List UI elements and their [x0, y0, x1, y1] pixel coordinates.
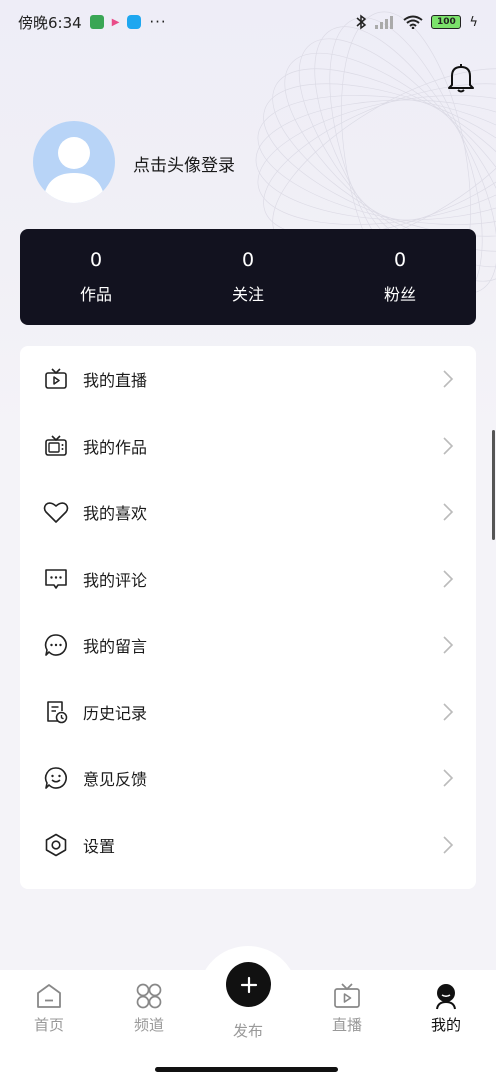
- stat-label: 作品: [79, 285, 112, 304]
- menu-item-my-likes[interactable]: 我的喜欢: [20, 479, 476, 546]
- channels-icon: [136, 983, 162, 1009]
- chevron-right-icon: [443, 570, 454, 588]
- system-icons: 100 ϟ: [355, 14, 478, 30]
- publish-button[interactable]: [226, 962, 271, 1007]
- settings-hexagon-icon: [43, 832, 69, 858]
- wifi-icon: [403, 15, 424, 29]
- home-indicator: [155, 1067, 338, 1072]
- menu-item-my-messages[interactable]: 我的留言: [20, 612, 476, 679]
- menu-item-label: 我的留言: [83, 637, 148, 657]
- default-user-icon: [43, 137, 105, 203]
- tab-publish[interactable]: 发布: [213, 1016, 283, 1041]
- notification-bell-button[interactable]: [446, 62, 476, 94]
- notification-icons: ▶ ···: [89, 13, 167, 31]
- chevron-right-icon: [443, 437, 454, 455]
- chevron-right-icon: [443, 636, 454, 654]
- smile-icon: [43, 765, 69, 791]
- tab-label: 首页: [33, 1016, 64, 1034]
- tab-channels[interactable]: 频道: [114, 982, 184, 1035]
- chevron-right-icon: [443, 703, 454, 721]
- profile-icon: [436, 984, 456, 1010]
- avatar[interactable]: [33, 121, 115, 203]
- menu-item-history[interactable]: 历史记录: [20, 679, 476, 746]
- tab-live[interactable]: 直播: [312, 982, 382, 1035]
- battery-indicator: 100: [431, 15, 462, 29]
- stat-value: 0: [393, 249, 407, 271]
- stat-value: 0: [89, 249, 103, 271]
- chevron-right-icon: [443, 370, 454, 388]
- menu-item-label: 设置: [83, 836, 116, 856]
- comment-icon: [43, 566, 69, 592]
- history-icon: [43, 699, 69, 725]
- bluetooth-icon: [356, 14, 367, 30]
- menu-item-label: 我的直播: [83, 371, 148, 391]
- chevron-right-icon: [443, 503, 454, 521]
- signal-icon: [375, 16, 394, 29]
- tab-mine[interactable]: 我的: [411, 982, 481, 1035]
- menu-item-my-works[interactable]: 我的作品: [20, 413, 476, 480]
- tab-label: 发布: [232, 1022, 263, 1040]
- stat-works[interactable]: 0 作品: [20, 249, 172, 305]
- stats-panel: 0 作品 0 关注 0 粉丝: [20, 229, 476, 325]
- scrollbar[interactable]: [492, 430, 495, 540]
- status-time: 傍晚6:34: [18, 13, 82, 32]
- chevron-right-icon: [443, 836, 454, 854]
- stat-label: 关注: [231, 285, 264, 304]
- menu-item-feedback[interactable]: 意见反馈: [20, 745, 476, 812]
- menu-item-label: 历史记录: [83, 703, 148, 723]
- tab-label: 直播: [331, 1016, 362, 1034]
- message-icon: [43, 632, 69, 658]
- login-prompt[interactable]: 点击头像登录: [133, 151, 235, 176]
- app-notification-icon: [89, 15, 104, 29]
- tab-home[interactable]: 首页: [14, 982, 84, 1035]
- chevron-right-icon: [443, 769, 454, 787]
- stat-value: 0: [241, 249, 255, 271]
- menu-item-label: 我的评论: [83, 570, 148, 590]
- more-notifications-icon: ···: [149, 13, 167, 31]
- menu-item-label: 我的喜欢: [83, 504, 148, 524]
- menu-item-my-live[interactable]: 我的直播: [20, 346, 476, 413]
- tv-icon: [43, 433, 69, 459]
- menu-item-settings[interactable]: 设置: [20, 812, 476, 879]
- app-notification-icon-2: [127, 15, 142, 29]
- home-icon: [37, 984, 61, 1008]
- bell-icon: [448, 64, 474, 93]
- menu-list: 我的直播 我的作品 我的喜欢 我的评论 我的留言 历史记录 意见反馈 设置: [20, 346, 476, 889]
- tv-play-icon: [43, 366, 69, 392]
- menu-item-label: 我的作品: [83, 437, 148, 457]
- stat-followers[interactable]: 0 粉丝: [324, 249, 476, 305]
- heart-icon: [43, 499, 69, 525]
- play-store-icon: ▶: [111, 16, 120, 28]
- live-tv-icon: [334, 983, 360, 1008]
- tab-label: 我的: [430, 1016, 461, 1034]
- plus-icon: [240, 976, 257, 993]
- menu-item-my-comments[interactable]: 我的评论: [20, 546, 476, 613]
- menu-item-label: 意见反馈: [83, 770, 148, 790]
- stat-label: 粉丝: [383, 285, 416, 304]
- charging-icon: ϟ: [469, 14, 478, 30]
- tab-label: 频道: [133, 1016, 164, 1034]
- stat-following[interactable]: 0 关注: [172, 249, 324, 305]
- status-bar: 傍晚6:34 ▶ ··· 100 ϟ: [0, 0, 496, 44]
